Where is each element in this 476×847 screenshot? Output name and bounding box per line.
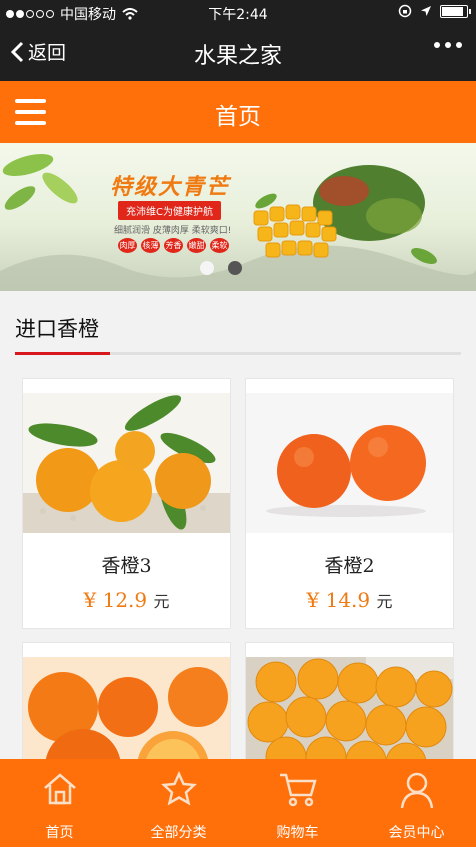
banner-caption: 细腻润滑 皮薄肉厚 柔软爽口! <box>114 226 232 236</box>
more-dot-icon <box>434 42 440 48</box>
product-card[interactable]: 香橙2 ¥ 14.9 元 <box>245 378 454 629</box>
pager-dot[interactable] <box>228 261 242 275</box>
battery-icon <box>440 4 471 18</box>
banner-tag: 嫩甜 <box>187 238 206 253</box>
rotation-lock-icon <box>398 4 412 18</box>
status-bar: 中国移动 下午2:44 <box>0 0 476 26</box>
page-title: 首页 <box>215 104 261 130</box>
banner-pager <box>200 261 242 275</box>
home-icon <box>43 773 76 805</box>
pager-dot[interactable] <box>200 261 214 275</box>
mango-image <box>253 165 437 265</box>
product-image <box>23 393 230 533</box>
product-name: 香橙2 <box>324 555 375 577</box>
bottom-tab-bar: 首页 全部分类 购物车 会员中心 <box>0 759 476 847</box>
more-dot-icon <box>445 42 451 48</box>
product-image <box>23 657 230 773</box>
banner-subtitle: 充沛维C为健康护航 <box>118 201 221 220</box>
product-price: ¥ 12.9 元 <box>83 588 170 612</box>
nav-title: 水果之家 <box>193 44 282 69</box>
user-icon <box>400 772 433 809</box>
tab-label: 会员中心 <box>388 825 445 841</box>
tab-cart[interactable]: 购物车 <box>238 759 357 847</box>
promo-banner[interactable]: 特级大青芒 充沛维C为健康护航 细腻润滑 皮薄肉厚 柔软爽口! 肉厚 核薄 芳香… <box>0 143 476 291</box>
banner-tag: 柔软 <box>210 238 229 253</box>
product-name: 香橙3 <box>101 555 152 577</box>
tab-member[interactable]: 会员中心 <box>357 759 476 847</box>
page-header: 首页 <box>0 81 476 143</box>
product-card[interactable] <box>22 642 231 774</box>
banner-title: 特级大青芒 <box>110 175 231 200</box>
product-price: ¥ 14.9 元 <box>306 588 393 612</box>
more-dot-icon <box>456 42 462 48</box>
tab-home[interactable]: 首页 <box>0 759 119 847</box>
banner-tag: 核薄 <box>141 238 160 253</box>
product-image <box>246 657 453 773</box>
tab-label: 全部分类 <box>150 825 207 841</box>
banner-tag: 肉厚 <box>118 238 137 253</box>
leaves-decoration <box>2 154 78 210</box>
product-card[interactable]: 香橙3 ¥ 12.9 元 <box>22 378 231 629</box>
banner-tag: 芳香 <box>164 238 183 253</box>
section-title: 进口香橙 <box>15 317 99 341</box>
product-card[interactable] <box>245 642 454 774</box>
tab-categories[interactable]: 全部分类 <box>119 759 238 847</box>
star-icon <box>160 771 197 806</box>
top-nav-bar: 返回 水果之家 <box>0 26 476 81</box>
location-icon <box>421 6 431 16</box>
product-image <box>246 393 453 533</box>
banner-tags: 肉厚 核薄 芳香 嫩甜 柔软 <box>118 238 229 253</box>
cart-icon <box>279 773 317 807</box>
tab-label: 购物车 <box>276 825 319 841</box>
section-divider <box>15 352 461 355</box>
tab-label: 首页 <box>45 825 74 841</box>
more-button[interactable] <box>434 42 462 48</box>
